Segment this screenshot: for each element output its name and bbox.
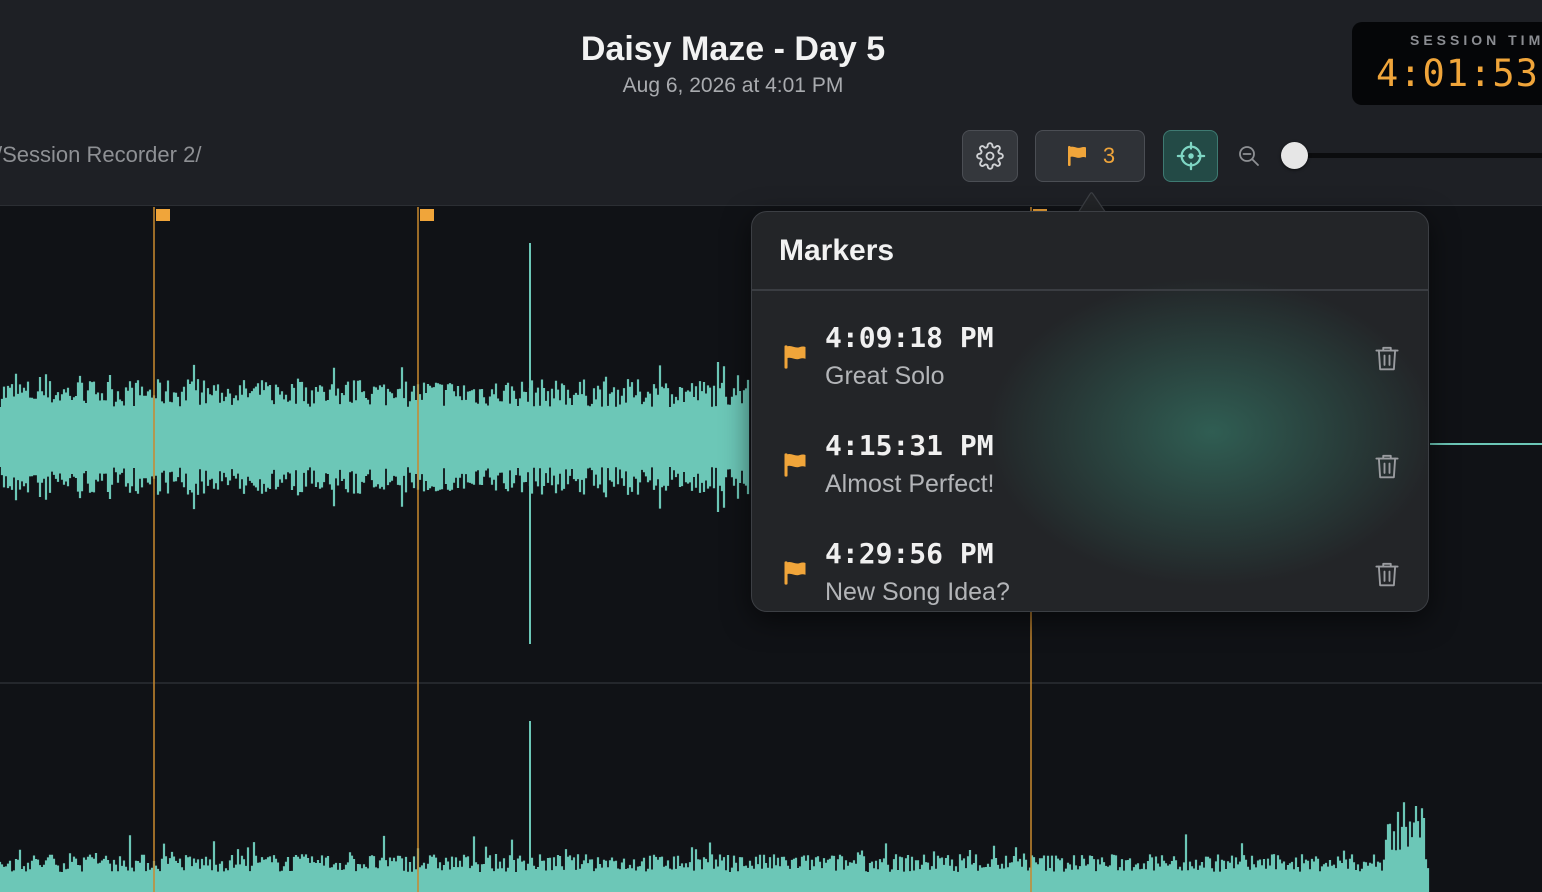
- session-timer-value: 4:01:53: [1376, 52, 1539, 95]
- markers-popover: Markers 4:09:18 PM Great Solo 4:15:31 PM…: [751, 211, 1429, 612]
- waveform-track-2: [0, 802, 1430, 892]
- session-date: Aug 6, 2026 at 4:01 PM: [622, 74, 844, 97]
- toolbar-header: Daisy Maze - Day 5 Aug 6, 2026 at 4:01 P…: [0, 0, 1542, 206]
- zoom-out-icon[interactable]: [1237, 144, 1261, 168]
- marker-time: 4:29:56 PM: [825, 537, 994, 570]
- markers-count: 3: [1102, 143, 1116, 168]
- follow-playhead-button[interactable]: [1163, 130, 1218, 182]
- marker-name: Great Solo: [825, 362, 945, 390]
- title-block: Daisy Maze - Day 5 Aug 6, 2026 at 4:01 P…: [581, 28, 885, 101]
- waveform-track-1: [0, 362, 750, 512]
- marker-name: New Song Idea?: [825, 578, 1010, 606]
- folder-path[interactable]: /Session Recorder 2/: [0, 142, 201, 168]
- marker-row[interactable]: 4:29:56 PM New Song Idea?: [752, 521, 1428, 611]
- marker-name: Almost Perfect!: [825, 470, 995, 498]
- popover-divider: [752, 289, 1428, 291]
- trash-icon[interactable]: [1372, 559, 1402, 589]
- zoom-slider-knob[interactable]: [1281, 142, 1308, 169]
- flag-icon: [784, 345, 806, 369]
- popover-title: Markers: [779, 234, 895, 267]
- session-timer-label: SESSION TIME: [1410, 32, 1542, 48]
- settings-button[interactable]: [962, 130, 1018, 182]
- marker-row[interactable]: 4:09:18 PM Great Solo: [752, 305, 1428, 413]
- gear-icon: [976, 142, 1004, 170]
- trash-icon[interactable]: [1372, 343, 1402, 373]
- flag-icon: [784, 561, 806, 585]
- session-timer: SESSION TIME 4:01:53: [1352, 22, 1542, 105]
- crosshair-icon: [1176, 141, 1205, 171]
- markers-button[interactable]: 3: [1035, 130, 1145, 182]
- marker-time: 4:15:31 PM: [825, 429, 994, 462]
- flag-icon[interactable]: [420, 209, 434, 221]
- session-title: Daisy Maze - Day 5: [580, 30, 886, 68]
- marker-row[interactable]: 4:15:31 PM Almost Perfect!: [752, 413, 1428, 521]
- marker-time: 4:09:18 PM: [825, 321, 994, 354]
- zoom-slider-track[interactable]: [1294, 153, 1542, 158]
- flag-icon[interactable]: [156, 209, 170, 221]
- flag-icon: [784, 453, 806, 477]
- trash-icon[interactable]: [1372, 451, 1402, 481]
- flag-icon: [1067, 146, 1086, 166]
